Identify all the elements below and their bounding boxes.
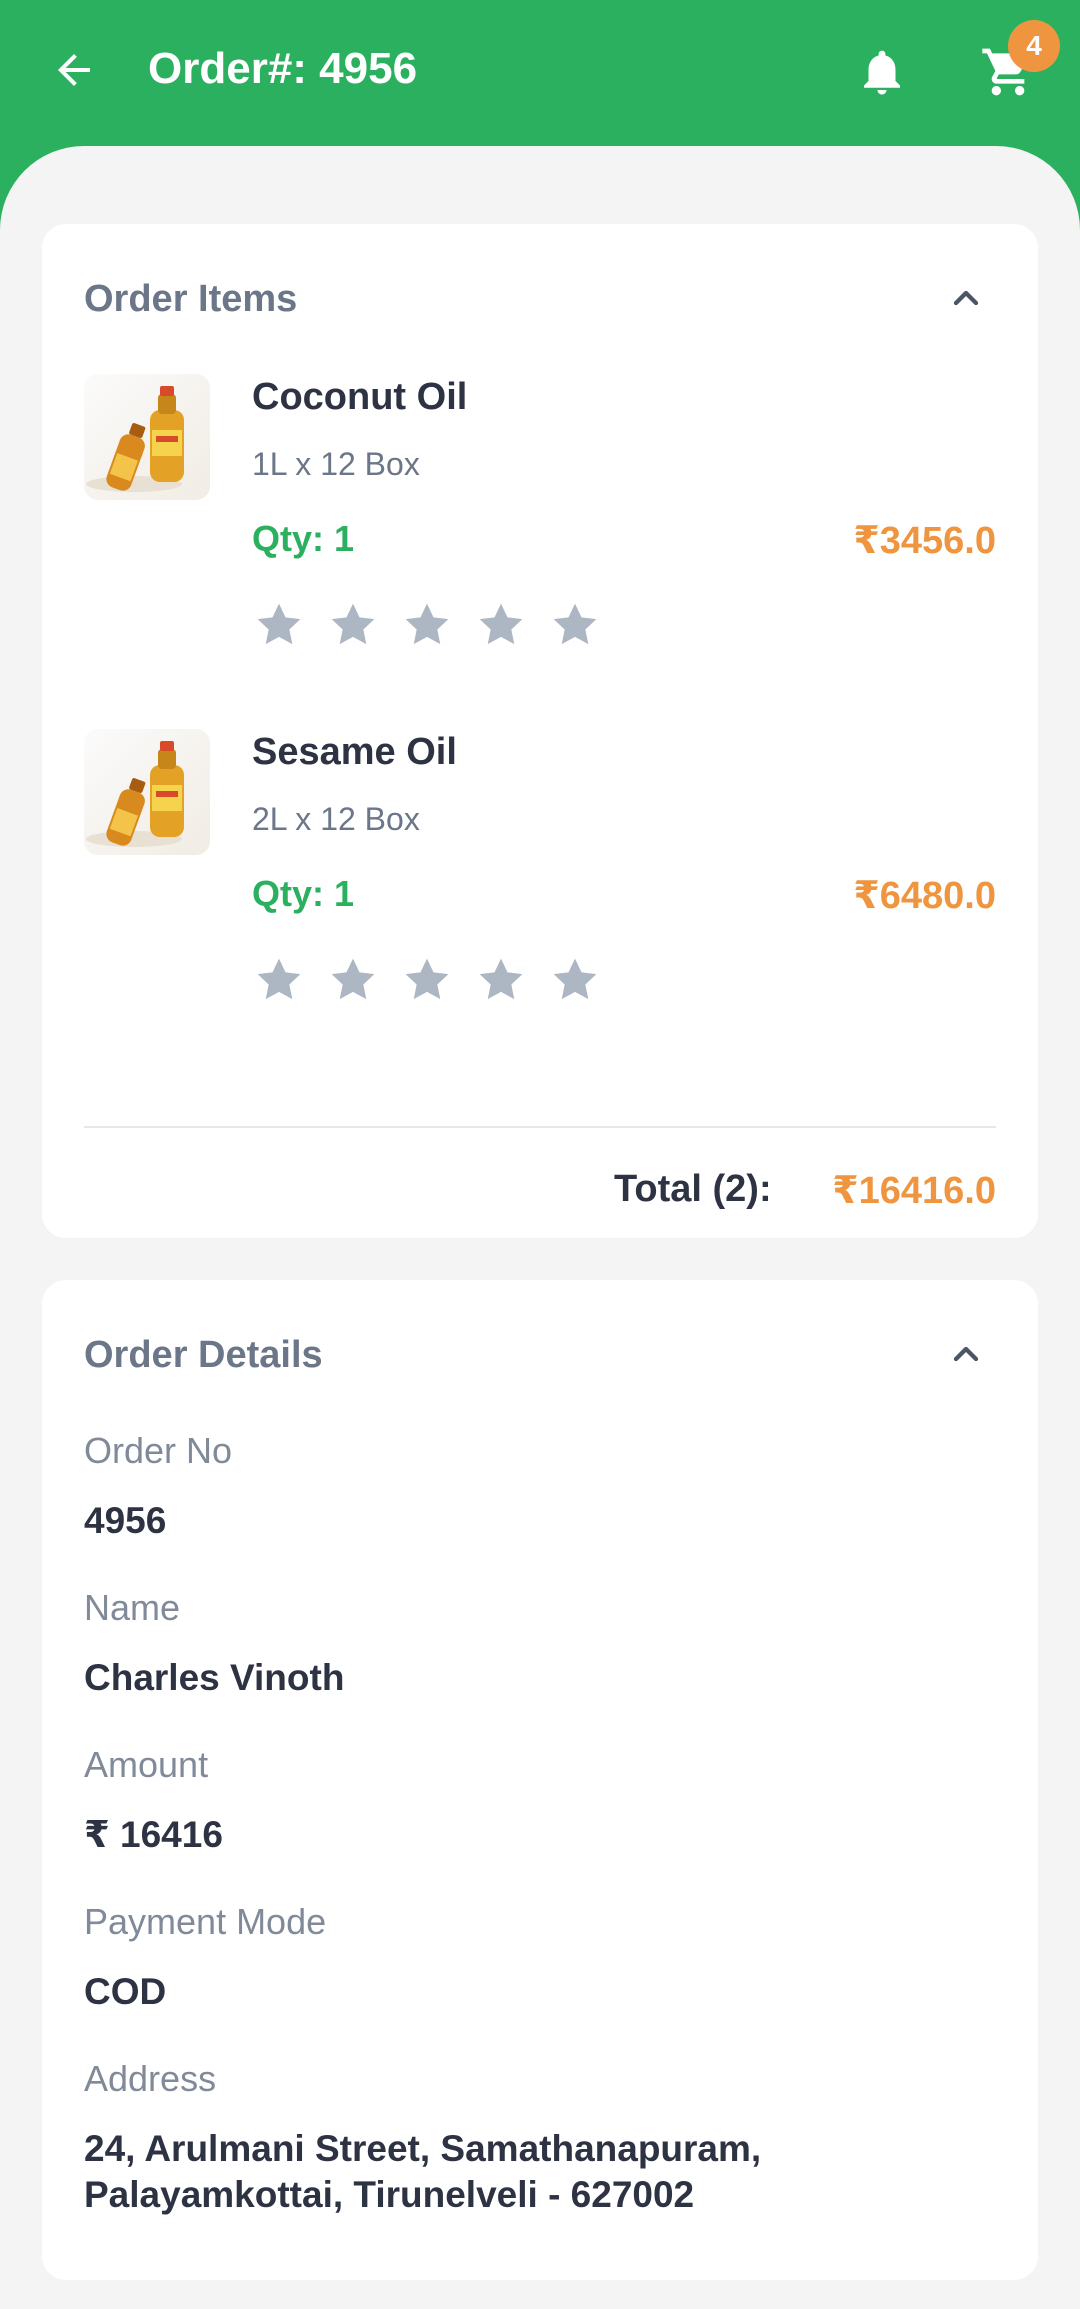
total-value: ₹16416.0 [832,1170,996,1212]
notifications-button[interactable] [850,40,914,104]
page-title: Order#: 4956 [148,44,418,93]
field-value: 4956 [84,1500,167,1541]
rating-stars [252,598,602,652]
star-icon[interactable] [252,598,306,652]
item-name: Coconut Oil [252,376,468,418]
detail-order-no: Order No 4956 [84,1430,996,1544]
field-label: Payment Mode [84,1901,327,1942]
rating-stars [252,953,602,1007]
star-icon[interactable] [548,598,602,652]
item-price: ₹3456.0 [853,520,996,562]
item-price: ₹6480.0 [853,875,996,917]
content-area: Order Items Coconut Oil 1L x 12 Box Qty:… [0,146,1080,2309]
product-image [84,374,210,500]
order-items-title: Order Items [84,278,298,320]
collapse-order-items-button[interactable] [944,276,988,320]
product-image [84,729,210,855]
order-item: Coconut Oil 1L x 12 Box Qty: 1 ₹3456.0 [84,374,996,704]
star-icon[interactable] [400,598,454,652]
star-icon[interactable] [252,953,306,1007]
field-value: Charles Vinoth [84,1657,345,1698]
detail-payment-mode: Payment Mode COD [84,1901,996,2015]
field-value: 24, Arulmani Street, Samathanapuram, Pal… [84,2128,762,2215]
app-bar: Order#: 4956 4 [0,0,1080,150]
order-items-card: Order Items Coconut Oil 1L x 12 Box Qty:… [42,224,1038,1238]
star-icon[interactable] [548,953,602,1007]
star-icon[interactable] [474,598,528,652]
detail-address: Address 24, Arulmani Street, Samathanapu… [84,2058,996,2218]
item-quantity: Qty: 1 [252,873,355,914]
divider [84,1126,996,1128]
field-label: Name [84,1587,181,1628]
star-icon[interactable] [326,598,380,652]
item-quantity: Qty: 1 [252,518,355,559]
field-label: Order No [84,1430,233,1471]
back-button[interactable] [42,38,106,102]
item-size: 2L x 12 Box [252,801,420,837]
cart-count-badge: 4 [1008,20,1060,72]
field-label: Amount [84,1744,209,1785]
order-details-card: Order Details Order No 4956 Name Charles… [42,1280,1038,2280]
bell-icon [864,50,900,95]
arrow-left-icon [58,54,90,86]
detail-name: Name Charles Vinoth [84,1587,996,1701]
star-icon[interactable] [326,953,380,1007]
chevron-up-icon [953,290,979,306]
chevron-up-icon [953,1346,979,1362]
item-size: 1L x 12 Box [252,446,420,482]
field-value: ₹ 16416 [84,1814,223,1855]
collapse-order-details-button[interactable] [944,1332,988,1376]
field-label: Address [84,2058,217,2099]
field-value: COD [84,1971,167,2012]
star-icon[interactable] [400,953,454,1007]
total-label: Total (2): [614,1168,772,1210]
star-icon[interactable] [474,953,528,1007]
detail-amount: Amount ₹ 16416 [84,1744,996,1858]
item-name: Sesame Oil [252,731,457,773]
order-details-title: Order Details [84,1334,323,1376]
order-item: Sesame Oil 2L x 12 Box Qty: 1 ₹6480.0 [84,729,996,1059]
